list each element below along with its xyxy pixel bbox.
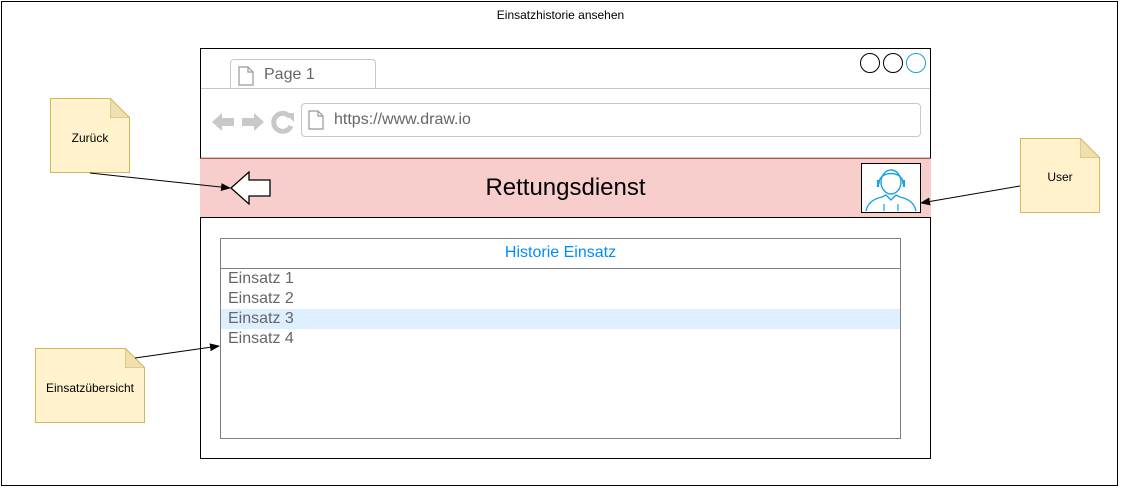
diagram-title: Einsatzhistorie ansehen <box>496 8 625 22</box>
back-nav-icon[interactable] <box>211 111 235 138</box>
browser-window: Page 1 https://www.draw.io Rettungsdiens… <box>200 48 931 459</box>
note-fold-icon <box>1080 138 1100 158</box>
note-back-label: Zurück <box>71 131 109 145</box>
app-header: Rettungsdienst <box>200 158 931 218</box>
navigation-bar: https://www.draw.io <box>201 103 930 143</box>
history-item-3[interactable]: Einsatz 3 <box>221 309 900 329</box>
history-list: Historie Einsatz Einsatz 1 Einsatz 2 Ein… <box>220 238 901 439</box>
forward-nav-icon[interactable] <box>241 111 265 138</box>
history-item-2[interactable]: Einsatz 2 <box>221 289 900 309</box>
history-item-4[interactable]: Einsatz 4 <box>221 329 900 349</box>
user-avatar-icon[interactable] <box>861 163 921 213</box>
maximize-button[interactable] <box>906 53 926 73</box>
note-fold-icon <box>110 98 130 118</box>
note-fold-icon <box>125 348 145 368</box>
tab-label: Page 1 <box>264 66 315 83</box>
reload-icon[interactable] <box>271 110 295 139</box>
window-controls <box>860 53 926 73</box>
restore-button[interactable] <box>883 53 903 73</box>
app-title: Rettungsdienst <box>485 174 646 201</box>
page-icon <box>308 110 324 135</box>
address-bar[interactable]: https://www.draw.io <box>301 103 921 137</box>
history-item-1[interactable]: Einsatz 1 <box>221 269 900 289</box>
note-user-label: User <box>1047 170 1073 184</box>
tab-divider <box>201 88 930 89</box>
note-overview: Einsatzübersicht <box>35 348 145 423</box>
browser-tab[interactable]: Page 1 <box>230 59 376 89</box>
minimize-button[interactable] <box>860 53 880 73</box>
note-user: User <box>1020 138 1100 213</box>
note-overview-label: Einsatzübersicht <box>45 381 135 395</box>
url-text: https://www.draw.io <box>334 111 471 128</box>
history-list-title: Historie Einsatz <box>221 239 900 269</box>
note-back: Zurück <box>50 98 130 173</box>
